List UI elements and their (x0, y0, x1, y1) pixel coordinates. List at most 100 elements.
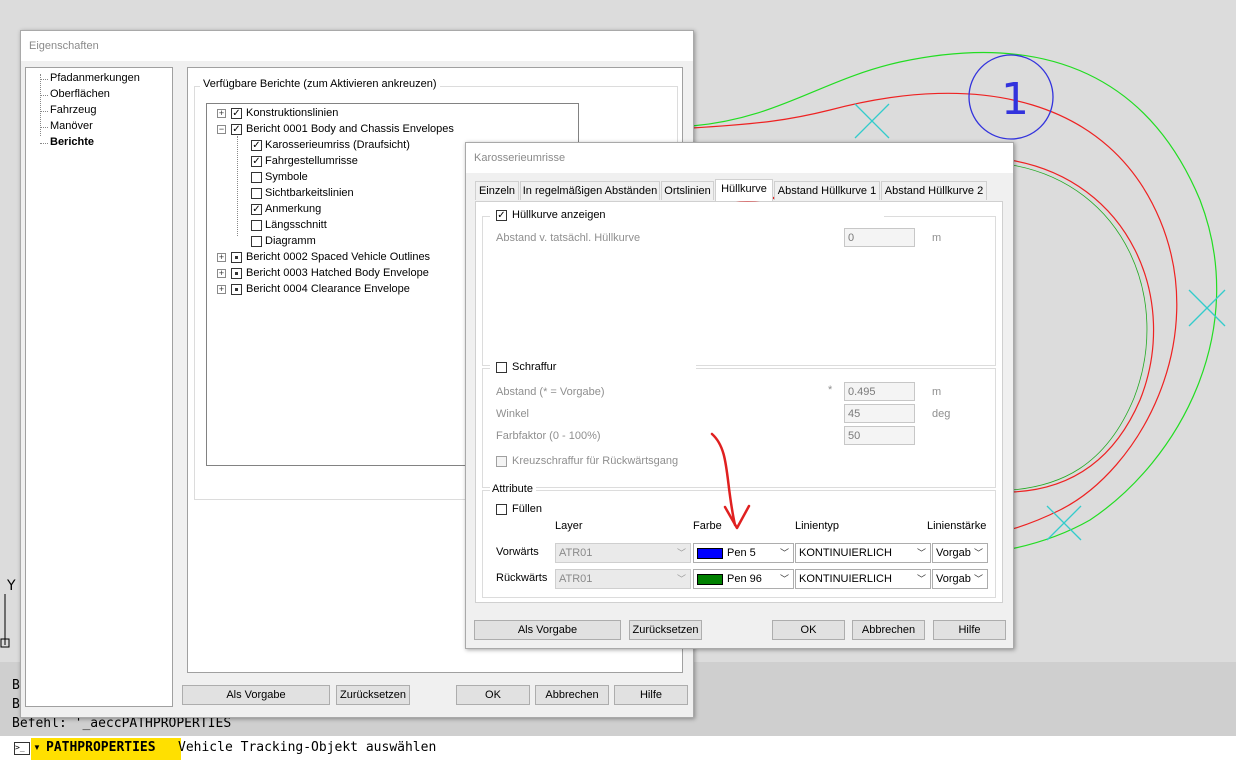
angle-unit: deg (932, 408, 951, 420)
angle-input[interactable] (844, 404, 915, 423)
command-input-bar[interactable]: >_ ▼ PATHPROPERTIES Vehicle Tracking-Obj… (0, 736, 1236, 762)
color-factor-input[interactable] (844, 426, 915, 445)
report-checkbox[interactable]: ✓ (231, 108, 242, 119)
tab-abstand-huellkurve-2[interactable]: Abstand Hüllkurve 2 (881, 181, 987, 200)
karosserie-abbrechen-button[interactable]: Abbrechen (852, 620, 925, 640)
report-checkbox[interactable] (251, 236, 262, 247)
command-name: PATHPROPERTIES (46, 740, 156, 755)
tree-line (237, 136, 238, 236)
fill-checkbox[interactable] (496, 504, 507, 515)
forward-label: Vorwärts (496, 546, 539, 558)
abbrechen-button[interactable]: Abbrechen (535, 685, 609, 705)
als-vorgabe-button[interactable]: Als Vorgabe (182, 685, 330, 705)
hatch-checkbox[interactable] (496, 362, 507, 373)
nav-item-berichte[interactable]: Berichte (50, 136, 94, 148)
crosshatch-checkbox[interactable] (496, 456, 507, 467)
chevron-down-icon: ﹀ (916, 574, 926, 584)
hilfe-button[interactable]: Hilfe (614, 685, 688, 705)
nav-item-fahrzeug[interactable]: Fahrzeug (50, 104, 96, 116)
chevron-down-icon: ﹀ (973, 548, 983, 558)
tree-item-bericht-0002[interactable]: Bericht 0002 Spaced Vehicle Outlines (246, 249, 430, 265)
report-checkbox[interactable]: ✓ (251, 204, 262, 215)
green-inner-arc (1011, 164, 1148, 491)
report-checkbox[interactable] (251, 172, 262, 183)
chevron-down-icon: ﹀ (676, 574, 686, 584)
nav-item-pfadanmerkungen[interactable]: Pfadanmerkungen (50, 72, 140, 84)
angle-label: Winkel (496, 408, 530, 420)
karosserieumrisse-title: Karosserieumrisse (466, 143, 1013, 173)
tree-item-laengsschnitt[interactable]: Längsschnitt (265, 217, 327, 233)
collapse-icon[interactable]: − (217, 125, 226, 134)
show-envelope-checkbox[interactable]: ✓ (496, 210, 507, 221)
color-factor-label: Farbfaktor (0 - 100%) (496, 430, 601, 442)
forward-lineweight-select[interactable]: Vorgab ﹀ (932, 543, 988, 563)
reverse-color-select[interactable]: Pen 96 ﹀ (693, 569, 794, 589)
tree-item-fahrgestellumrisse[interactable]: Fahrgestellumrisse (265, 153, 358, 169)
tree-item-diagramm[interactable]: Diagramm (265, 233, 316, 249)
report-checkbox[interactable] (231, 284, 242, 295)
tree-item-bericht-0001[interactable]: Bericht 0001 Body and Chassis Envelopes (246, 121, 454, 137)
report-checkbox[interactable]: ✓ (251, 156, 262, 167)
nav-connector (40, 143, 48, 144)
tab-einzeln[interactable]: Einzeln (475, 181, 519, 200)
tab-abstand-huellkurve-1[interactable]: Abstand Hüllkurve 1 (774, 181, 880, 200)
chevron-down-icon: ﹀ (676, 548, 686, 558)
color-header: Farbe (693, 520, 722, 532)
tree-item-anmerkung[interactable]: Anmerkung (265, 201, 321, 217)
expand-icon[interactable]: + (217, 253, 226, 262)
zuruecksetzen-button[interactable]: Zurücksetzen (336, 685, 410, 705)
reverse-label: Rückwärts (496, 572, 548, 584)
tree-item-konstruktionslinien[interactable]: Konstruktionslinien (246, 105, 338, 121)
reverse-layer-select[interactable]: ATR01 ﹀ (555, 569, 691, 589)
tree-item-symbole[interactable]: Symbole (265, 169, 308, 185)
reverse-linetype-value: KONTINUIERLICH (799, 573, 892, 585)
color-swatch-green (697, 573, 723, 585)
report-checkbox[interactable] (231, 268, 242, 279)
red-inner-arc (1009, 159, 1155, 493)
reverse-lineweight-select[interactable]: Vorgab ﹀ (932, 569, 988, 589)
karosserie-zuruecksetzen-button[interactable]: Zurücksetzen (629, 620, 702, 640)
forward-layer-select[interactable]: ATR01 ﹀ (555, 543, 691, 563)
ok-button[interactable]: OK (456, 685, 530, 705)
nav-item-oberflaechen[interactable]: Oberflächen (50, 88, 110, 100)
distance-label: Abstand v. tatsächl. Hüllkurve (496, 232, 641, 244)
hatch-distance-unit: m (932, 386, 942, 398)
report-checkbox[interactable] (251, 188, 262, 199)
tab-ortslinien[interactable]: Ortslinien (661, 181, 714, 200)
color-swatch-blue (697, 547, 723, 559)
expand-icon[interactable]: + (217, 269, 226, 278)
tree-item-bericht-0003[interactable]: Bericht 0003 Hatched Body Envelope (246, 265, 429, 281)
distance-input[interactable] (844, 228, 915, 247)
tree-item-sichtbarkeitslinien[interactable]: Sichtbarkeitslinien (265, 185, 354, 201)
tree-item-karosserieumriss[interactable]: Karosserieumriss (Draufsicht) (265, 137, 410, 153)
tab-huellkurve[interactable]: Hüllkurve (715, 179, 773, 201)
karosserie-ok-button[interactable]: OK (772, 620, 845, 640)
crosshatch-label: Kreuzschraffur für Rückwärtsgang (512, 455, 679, 467)
tab-regelmaessig[interactable]: In regelmäßigen Abständen (520, 181, 660, 200)
reverse-linetype-select[interactable]: KONTINUIERLICH ﹀ (795, 569, 931, 589)
expand-icon[interactable]: + (217, 285, 226, 294)
hatch-distance-input[interactable] (844, 382, 915, 401)
report-checkbox[interactable]: ✓ (231, 124, 242, 135)
nav-item-manoever[interactable]: Manöver (50, 120, 93, 132)
distance-unit: m (932, 232, 942, 244)
forward-linetype-select[interactable]: KONTINUIERLICH ﹀ (795, 543, 931, 563)
berichte-group-label: Verfügbare Berichte (zum Aktivieren ankr… (200, 78, 440, 90)
tree-item-bericht-0004[interactable]: Bericht 0004 Clearance Envelope (246, 281, 410, 297)
forward-lineweight-value: Vorgab (936, 547, 971, 559)
karosserie-als-vorgabe-button[interactable]: Als Vorgabe (474, 620, 621, 640)
karosserie-hilfe-button[interactable]: Hilfe (933, 620, 1006, 640)
forward-layer-value: ATR01 (559, 547, 593, 559)
report-checkbox[interactable]: ✓ (251, 140, 262, 151)
report-checkbox[interactable] (231, 252, 242, 263)
hatch-label: Schraffur (512, 361, 557, 373)
hatch-distance-default-star: * (828, 384, 833, 396)
cyan-cross-marker (854, 103, 890, 139)
chevron-down-icon: ﹀ (973, 574, 983, 584)
chevron-down-icon: ﹀ (916, 548, 926, 558)
forward-color-select[interactable]: Pen 5 ﹀ (693, 543, 794, 563)
huellkurve-tab-page: ✓ Hüllkurve anzeigen Abstand v. tatsächl… (475, 201, 1003, 603)
command-dropdown-icon[interactable]: ▼ (33, 743, 41, 752)
report-checkbox[interactable] (251, 220, 262, 231)
expand-icon[interactable]: + (217, 109, 226, 118)
